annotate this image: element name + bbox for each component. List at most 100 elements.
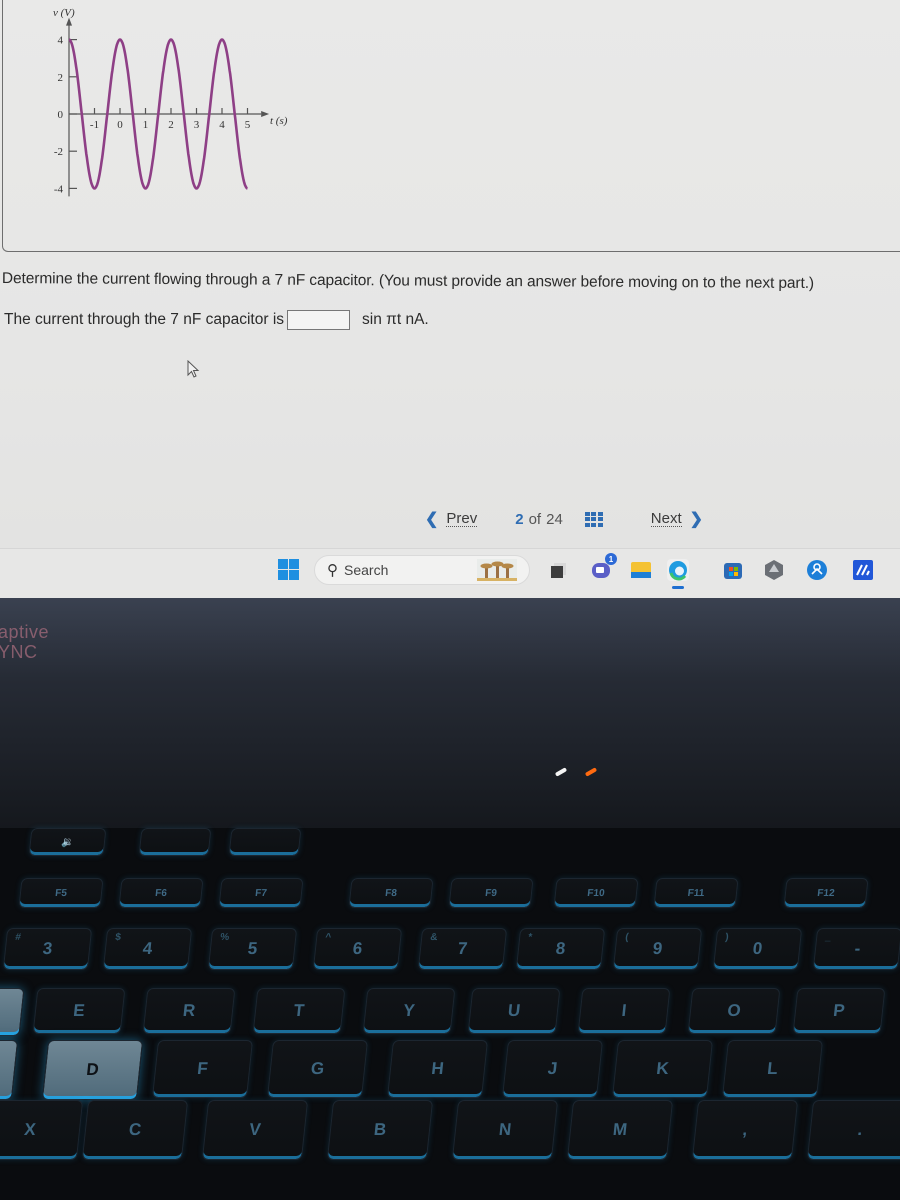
y-tick-label: 2 [58,72,64,84]
key-k[interactable]: K [611,1040,714,1098]
y-tick-label: 0 [58,109,64,121]
key-rog[interactable] [228,828,302,856]
key-7[interactable]: 7 & [417,928,508,970]
store-icon[interactable] [722,559,744,581]
backlit-keyboard: 🔉 F5 F6 F7 F8 F9 F10 F11 F12 3 #4 $ 5% 6 ^ 7 & 8 * 9(0) - _ E R… [0,828,900,1200]
x-tick-label: 2 [168,119,174,131]
x-tick-label: 3 [194,119,200,131]
folder-icon[interactable] [630,559,652,581]
key-volume[interactable]: 🔉 [28,828,107,856]
screen: v (V) t (s) -4 -2 0 2 4 -1 0 1 2 3 4 5 Determine t… [0,0,900,598]
answer-suffix: sin πt nA. [362,311,429,328]
total-pages: 24 [546,510,563,528]
key-4[interactable]: 4 $ [102,928,193,970]
myasus-icon[interactable] [852,559,874,581]
page-indicator: 2 of 24 [515,511,563,528]
key-u[interactable]: U [467,988,561,1034]
answer-line: The current through the 7 nF capacitor i… [4,310,429,330]
key-r[interactable]: R [142,988,236,1034]
key-mic-mute[interactable] [138,828,212,856]
app-circle-icon[interactable] [806,559,828,581]
y-axis-label: v (V) [53,7,75,19]
current-page: 2 [515,510,524,528]
key-d[interactable]: D [41,1040,144,1100]
windows-start-icon[interactable] [278,559,299,580]
y-tick-label: -4 [54,183,64,195]
key-minus[interactable]: - _ [812,928,900,970]
key-p[interactable]: P [792,988,886,1034]
key-f7[interactable]: F7 [218,878,304,908]
answer-prefix: The current through the 7 nF capacitor i… [4,311,285,328]
x-tick-label: 1 [143,119,149,131]
question-prompt: Determine the current flowing through a … [1,270,815,292]
key-8[interactable]: 8 * [515,928,606,970]
active-indicator [672,586,684,589]
x-tick-label: 4 [219,119,225,131]
question-grid-icon[interactable] [584,511,603,527]
key-m[interactable]: M [566,1100,674,1160]
key-f6[interactable]: F6 [118,878,204,908]
key-f10[interactable]: F10 [553,878,639,908]
key-3[interactable]: 3 # [2,928,93,970]
x-axis-arrow [261,111,270,117]
adaptive-sync-logo: aptive YNC [0,622,50,662]
key-e[interactable]: E [32,988,126,1034]
task-view-icon[interactable] [548,559,570,581]
key-x[interactable]: X [0,1100,84,1160]
key-g[interactable]: G [266,1040,369,1098]
key-f[interactable]: F [151,1040,254,1098]
key-o[interactable]: O [687,988,781,1034]
x-tick-label: 0 [117,119,123,131]
key-5[interactable]: 5% [207,928,298,970]
key-i[interactable]: I [577,988,671,1034]
search-placeholder: Search [344,562,389,578]
chat-badge: 1 [605,553,617,565]
current-answer-input[interactable] [287,310,351,330]
key-0[interactable]: 0) [712,928,803,970]
prev-label: Prev [446,510,478,527]
search-icon: ⚲ [327,562,338,579]
key-n[interactable]: N [451,1100,559,1160]
key-period[interactable]: . [806,1100,900,1160]
key-y[interactable]: Y [362,988,456,1034]
of-label: of [528,510,542,528]
prev-button[interactable]: ❮ Prev [425,509,478,529]
key-f8[interactable]: F8 [348,878,434,908]
key-w[interactable] [0,988,25,1036]
chevron-left-icon: ❮ [425,511,439,528]
next-button[interactable]: Next ❯ [650,509,704,529]
x-tick-label: -1 [90,119,99,131]
key-c[interactable]: C [81,1100,189,1160]
laptop-bezel [0,598,900,828]
key-f9[interactable]: F9 [448,878,534,908]
key-v[interactable]: V [201,1100,309,1160]
key-j[interactable]: J [501,1040,604,1098]
chevron-right-icon: ❯ [689,511,704,528]
edge-browser-icon[interactable] [667,559,689,589]
key-f11[interactable]: F11 [653,878,739,908]
key-f12[interactable]: F12 [783,878,869,908]
key-l[interactable]: L [721,1040,824,1098]
key-s[interactable] [0,1040,19,1100]
chat-icon[interactable]: 1 [590,553,617,581]
armoury-crate-icon[interactable] [763,559,785,581]
key-6[interactable]: 6 ^ [312,928,403,970]
search-highlight-baobab-icon [477,559,517,581]
windows-taskbar: ⚲ Search 1 [0,548,900,598]
key-comma[interactable]: , [691,1100,799,1160]
taskbar-search[interactable]: ⚲ Search [314,555,530,585]
key-h[interactable]: H [386,1040,489,1098]
key-b[interactable]: B [326,1100,434,1160]
key-9[interactable]: 9( [612,928,703,970]
voltage-graph: v (V) t (s) -4 -2 0 2 4 -1 0 1 2 3 4 5 [53,7,288,197]
key-f5[interactable]: F5 [18,878,104,908]
x-tick-label: 5 [245,119,251,131]
x-axis-label: t (s) [270,115,288,127]
mouse-cursor-icon [187,360,200,378]
y-tick-label: 4 [58,35,64,47]
next-label: Next [650,510,682,527]
question-navigation: ❮ Prev 2 of 24 Next ❯ [425,507,725,531]
graph-panel: v (V) t (s) -4 -2 0 2 4 -1 0 1 2 3 4 5 [2,0,900,252]
y-tick-label: -2 [54,146,63,158]
key-t[interactable]: T [252,988,346,1034]
